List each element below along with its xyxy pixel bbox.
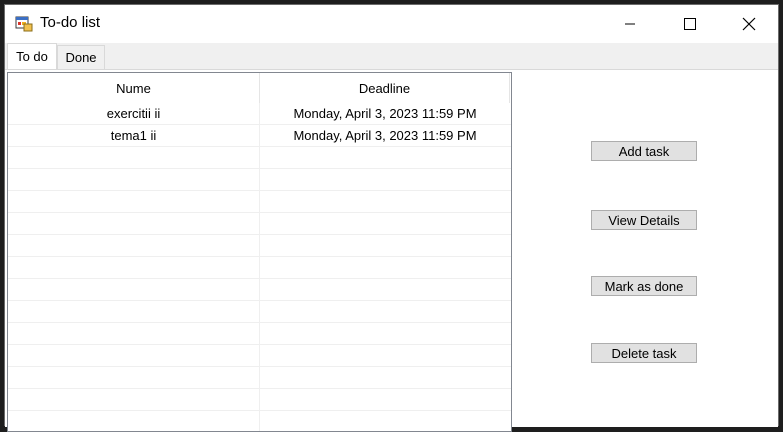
add-task-button[interactable]: Add task [591, 141, 697, 161]
empty-cell [8, 389, 260, 410]
empty-cell [8, 169, 260, 190]
delete-task-button[interactable]: Delete task [591, 343, 697, 363]
empty-cell [8, 191, 260, 212]
app-window: To-do list To do Done Nume Deadline exer… [4, 4, 779, 432]
empty-row [8, 169, 511, 191]
empty-row [8, 301, 511, 323]
list-row[interactable]: tema1 ii Monday, April 3, 2023 11:59 PM [8, 125, 511, 147]
empty-row [8, 389, 511, 411]
empty-cell [8, 279, 260, 300]
empty-cell [8, 411, 260, 431]
close-button[interactable] [720, 5, 778, 43]
empty-row [8, 213, 511, 235]
list-rows: exercitii ii Monday, April 3, 2023 11:59… [8, 103, 511, 431]
empty-cell [8, 147, 260, 168]
empty-cell [8, 257, 260, 278]
tab-panel-to-do: Nume Deadline exercitii ii Monday, April… [5, 69, 778, 432]
maximize-button[interactable] [661, 5, 719, 43]
empty-row [8, 323, 511, 345]
empty-row [8, 367, 511, 389]
tab-strip: To do Done [5, 43, 778, 69]
empty-cell [8, 301, 260, 322]
window-title: To-do list [40, 14, 101, 31]
close-icon [742, 17, 756, 31]
empty-row [8, 257, 511, 279]
tab-done[interactable]: Done [57, 45, 105, 69]
empty-cell [8, 367, 260, 388]
column-header-deadline[interactable]: Deadline [260, 73, 510, 103]
app-icon [15, 16, 33, 32]
title-bar: To-do list [5, 5, 778, 43]
list-header: Nume Deadline [8, 73, 511, 103]
task-list-view[interactable]: Nume Deadline exercitii ii Monday, April… [7, 72, 512, 432]
mark-as-done-button[interactable]: Mark as done [591, 276, 697, 296]
empty-cell [8, 235, 260, 256]
minimize-icon [625, 23, 635, 25]
empty-row [8, 411, 511, 431]
task-deadline: Monday, April 3, 2023 11:59 PM [293, 128, 477, 143]
empty-row [8, 235, 511, 257]
empty-row [8, 279, 511, 301]
view-details-button[interactable]: View Details [591, 210, 697, 230]
maximize-icon [684, 18, 696, 30]
list-row[interactable]: exercitii ii Monday, April 3, 2023 11:59… [8, 103, 511, 125]
minimize-button[interactable] [601, 5, 659, 43]
empty-row [8, 147, 511, 169]
empty-row [8, 345, 511, 367]
task-name: tema1 ii [8, 125, 260, 146]
task-name: exercitii ii [8, 103, 260, 124]
empty-cell [8, 213, 260, 234]
empty-row [8, 191, 511, 213]
empty-cell [8, 323, 260, 344]
tab-to-do[interactable]: To do [7, 43, 57, 69]
empty-cell [8, 345, 260, 366]
column-header-nume[interactable]: Nume [8, 73, 260, 103]
task-deadline: Monday, April 3, 2023 11:59 PM [293, 106, 477, 121]
